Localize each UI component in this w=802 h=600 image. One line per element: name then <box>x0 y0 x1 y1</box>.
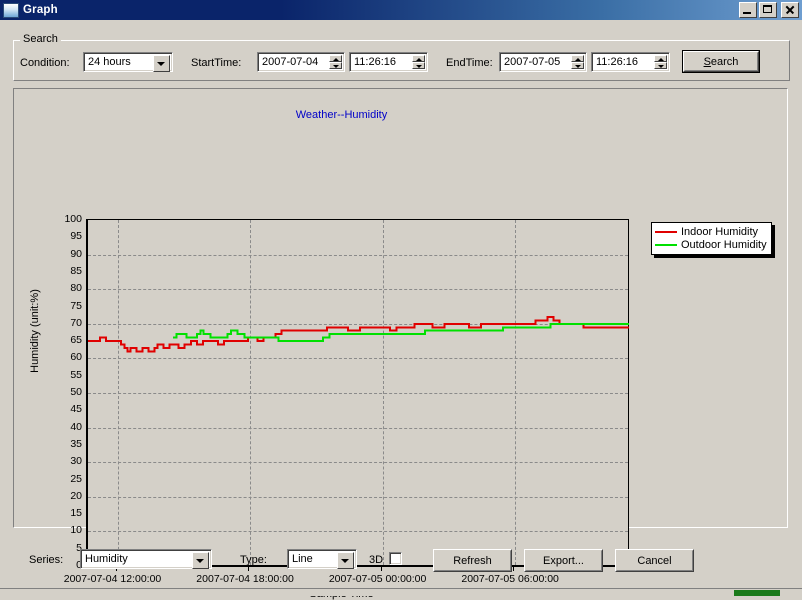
cancel-button[interactable]: Cancel <box>615 549 694 572</box>
chevron-down-icon[interactable] <box>192 552 209 569</box>
refresh-button[interactable]: Refresh <box>433 549 512 572</box>
condition-value: 24 hours <box>88 56 131 68</box>
series-label: Series: <box>29 554 64 566</box>
y-tick-label: 100 <box>64 213 82 225</box>
search-group-label: Search <box>20 33 61 45</box>
end-clock-input[interactable]: 11:26:16 <box>591 52 670 72</box>
legend-label-outdoor: Outdoor Humidity <box>681 238 767 251</box>
legend-swatch-indoor <box>655 230 677 233</box>
end-date-input[interactable]: 2007-07-05 <box>499 52 587 72</box>
end-time-label: EndTime: <box>446 57 493 69</box>
plot-area[interactable] <box>86 219 629 567</box>
y-tick-label: 10 <box>70 524 82 537</box>
end-clock-value: 11:26:16 <box>596 56 639 68</box>
legend-label-indoor: Indoor Humidity <box>681 225 759 238</box>
legend-item: Indoor Humidity <box>655 225 767 238</box>
type-label: Type: <box>240 554 267 566</box>
footer-bar: Series: Humidity Type: Line 3D Refresh E… <box>0 536 802 576</box>
chevron-down-icon[interactable] <box>337 552 354 569</box>
y-tick-label: 70 <box>70 316 82 329</box>
legend-item: Outdoor Humidity <box>655 238 767 251</box>
chart-title: Weather--Humidity <box>295 109 388 121</box>
start-time-label: StartTime: <box>191 57 242 69</box>
export-button-label: Export... <box>543 554 584 567</box>
series-lines <box>88 315 629 353</box>
threed-checkbox[interactable] <box>389 552 402 565</box>
y-tick-label: 95 <box>70 230 82 243</box>
condition-combobox[interactable]: 24 hours <box>83 52 173 72</box>
y-tick-label: 20 <box>70 489 82 502</box>
y-tick-label: 90 <box>70 247 82 260</box>
end-clock-spinner[interactable] <box>654 55 667 70</box>
y-tick-label: 35 <box>70 437 82 450</box>
y-tick-label: 60 <box>70 351 82 364</box>
series-combobox[interactable]: Humidity <box>80 549 212 569</box>
y-tick-label: 75 <box>70 299 82 312</box>
graph-window: Graph Search Condition: 24 hours StartTi… <box>0 0 802 600</box>
y-tick-label: 15 <box>70 507 82 520</box>
y-tick-label: 55 <box>70 368 82 381</box>
window-controls <box>739 2 799 18</box>
start-date-input[interactable]: 2007-07-04 <box>257 52 345 72</box>
export-button[interactable]: Export... <box>524 549 603 572</box>
refresh-button-label: Refresh <box>453 554 492 567</box>
threed-label: 3D <box>369 554 384 566</box>
start-clock-input[interactable]: 11:26:16 <box>349 52 428 72</box>
search-button[interactable]: Search <box>682 50 760 73</box>
chevron-down-icon[interactable] <box>153 55 170 72</box>
end-date-spinner[interactable] <box>571 55 584 70</box>
type-combobox[interactable]: Line <box>287 549 357 569</box>
end-date-value: 2007-07-05 <box>504 56 561 68</box>
minimize-button[interactable] <box>739 2 757 18</box>
legend-swatch-outdoor <box>655 243 677 246</box>
maximize-button[interactable] <box>759 2 777 18</box>
condition-label: Condition: <box>20 57 70 69</box>
chart-legend: Indoor Humidity Outdoor Humidity <box>651 222 772 255</box>
close-button[interactable] <box>781 2 799 18</box>
y-tick-label: 65 <box>70 334 82 347</box>
y-tick-label: 25 <box>70 472 82 485</box>
series-value: Humidity <box>85 553 128 565</box>
y-tick-label: 30 <box>70 455 82 468</box>
chart-panel: Weather--Humidity 0510152025303540455055… <box>13 88 788 600</box>
start-date-spinner[interactable] <box>329 55 342 70</box>
y-axis-label: Humidity (unit:%) <box>29 289 41 373</box>
window-title: Graph <box>23 4 58 16</box>
y-tick-label: 45 <box>70 403 82 416</box>
y-tick-label: 50 <box>70 386 82 398</box>
start-clock-spinner[interactable] <box>412 55 425 70</box>
y-tick-label: 80 <box>70 282 82 295</box>
cancel-button-label: Cancel <box>637 554 672 567</box>
title-bar: Graph <box>0 0 802 20</box>
type-value: Line <box>292 553 313 565</box>
y-tick-label: 85 <box>70 264 82 277</box>
start-clock-value: 11:26:16 <box>354 56 397 68</box>
taskbar-tray-item <box>734 590 780 596</box>
start-date-value: 2007-07-04 <box>262 56 319 68</box>
window-icon <box>3 2 19 18</box>
y-tick-label: 40 <box>70 420 82 433</box>
